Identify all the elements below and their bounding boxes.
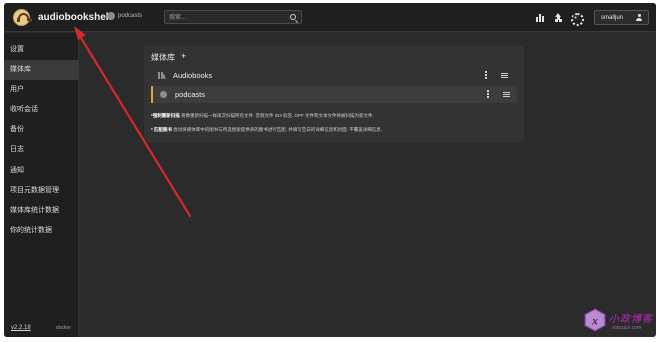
library-name: podcasts [175, 90, 206, 99]
watermark-logo-icon: x [584, 308, 606, 332]
sidebar-item-your-stats[interactable]: 你的统计数据 [4, 221, 79, 241]
upload-icon[interactable] [554, 13, 563, 22]
podcast-icon [160, 91, 167, 98]
site-watermark: x 小政博客 xiaozjun.com [583, 304, 655, 338]
library-row-audiobooks[interactable]: Audiobooks [151, 67, 517, 84]
more-options-icon[interactable] [485, 71, 487, 80]
sidebar-item-users[interactable]: 用户 [4, 80, 79, 100]
note-heading: * 匹配图书 [151, 127, 173, 132]
watermark-name: 小政博客 [609, 314, 653, 325]
svg-text:x: x [591, 314, 598, 328]
version-link[interactable]: v2.2.18 [11, 325, 31, 331]
match-books-note: * 匹配图书 尝试将媒体库中的图书与所选搜索提供商的图书进行匹配, 并填写空白的… [151, 127, 382, 133]
add-library-icon[interactable]: + [181, 52, 186, 61]
more-options-icon[interactable] [487, 90, 489, 99]
drag-handle-icon[interactable] [501, 73, 508, 78]
note-text: 将像重新扫描一样再次扫描所有文件. 音频文件 ID3 标签, OPF 文件和文本… [181, 113, 374, 118]
user-menu-button[interactable]: smalljun [594, 10, 649, 25]
books-icon [158, 72, 166, 80]
sidebar-item-logs[interactable]: 日志 [4, 140, 79, 160]
top-bar: audiobookshelf podcasts smalljun [4, 3, 656, 32]
panel-title: 媒体库 [151, 53, 175, 62]
audiobookshelf-logo[interactable] [13, 9, 32, 26]
stats-icon[interactable] [536, 13, 545, 22]
sidebar-item-item-metadata[interactable]: 项目元数据管理 [4, 181, 79, 201]
note-heading: *强制重新扫描 [151, 113, 180, 118]
sidebar-item-settings[interactable]: 设置 [4, 40, 79, 60]
user-icon [636, 14, 642, 21]
sidebar-item-backups[interactable]: 备份 [4, 120, 79, 140]
sidebar-item-library-stats[interactable]: 媒体库统计数据 [4, 201, 79, 221]
library-selector-label: podcasts [118, 13, 143, 19]
app-window: audiobookshelf podcasts smalljun 设置 媒体库 … [4, 3, 656, 337]
drag-handle-icon[interactable] [503, 92, 510, 97]
library-name: Audiobooks [173, 71, 213, 80]
app-title[interactable]: audiobookshelf [38, 12, 112, 23]
search-input[interactable] [169, 13, 279, 22]
sidebar-item-libraries[interactable]: 媒体库 [4, 60, 79, 80]
library-row-podcasts[interactable]: podcasts [151, 86, 517, 103]
sidebar: 设置 媒体库 用户 收听会话 备份 日志 通知 项目元数据管理 媒体库统计数据 … [4, 33, 79, 337]
search-box[interactable] [164, 10, 302, 24]
sidebar-item-notifications[interactable]: 通知 [4, 161, 79, 181]
force-rescan-note: *强制重新扫描 将像重新扫描一样再次扫描所有文件. 音频文件 ID3 标签, O… [151, 113, 374, 119]
library-selector[interactable]: podcasts [107, 12, 142, 20]
podcast-icon [107, 12, 115, 20]
watermark-url: xiaozjun.com [612, 325, 642, 331]
platform-label: docker [56, 325, 72, 331]
sidebar-item-sessions[interactable]: 收听会话 [4, 100, 79, 120]
libraries-panel: 媒体库 + Audiobooks podcasts *强制重新扫描 将像重新扫描… [144, 46, 524, 143]
user-name: smalljun [601, 15, 624, 21]
note-text: 尝试将媒体库中的图书与所选搜索提供商的图书进行匹配, 并填写空白的详细信息和封面… [173, 127, 383, 132]
gear-icon[interactable] [571, 13, 584, 26]
search-icon[interactable] [290, 14, 296, 20]
